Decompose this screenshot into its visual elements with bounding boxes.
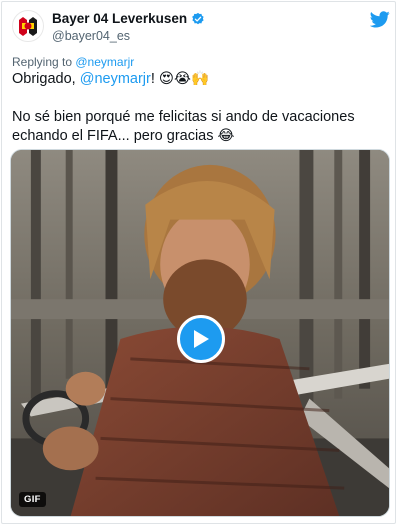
display-name[interactable]: Bayer 04 Leverkusen [52, 11, 187, 26]
mention-link[interactable]: @neymarjr [80, 71, 151, 87]
gif-badge: GIF [19, 492, 46, 507]
gif-media[interactable]: GIF [10, 149, 390, 517]
tweet-header: Bayer 04 Leverkusen @bayer04_es [10, 8, 392, 44]
replying-to-link[interactable]: @neymarjr [75, 55, 134, 69]
tweet-card: Bayer 04 Leverkusen @bayer04_es Replying… [1, 1, 396, 524]
replying-to: Replying to @neymarjr [12, 55, 134, 69]
verified-badge-icon [192, 12, 204, 24]
author-block: Bayer 04 Leverkusen @bayer04_es [52, 10, 205, 43]
twitter-bird-icon[interactable] [370, 11, 390, 28]
line1-prefix: Obrigado, [12, 71, 80, 87]
play-button[interactable] [177, 315, 225, 363]
line1-suffix: ! 😍😭🙌 [150, 71, 210, 87]
avatar[interactable] [12, 10, 44, 42]
replying-prefix: Replying to [12, 55, 76, 69]
bayer-logo-icon [14, 12, 42, 40]
tweet-text-line1: Obrigado, @neymarjr! 😍😭🙌 [12, 70, 209, 89]
play-icon [194, 330, 209, 348]
handle[interactable]: @bayer04_es [52, 29, 205, 43]
tweet-text-line2: No sé bien porqué me felicitas si ando d… [12, 109, 355, 144]
